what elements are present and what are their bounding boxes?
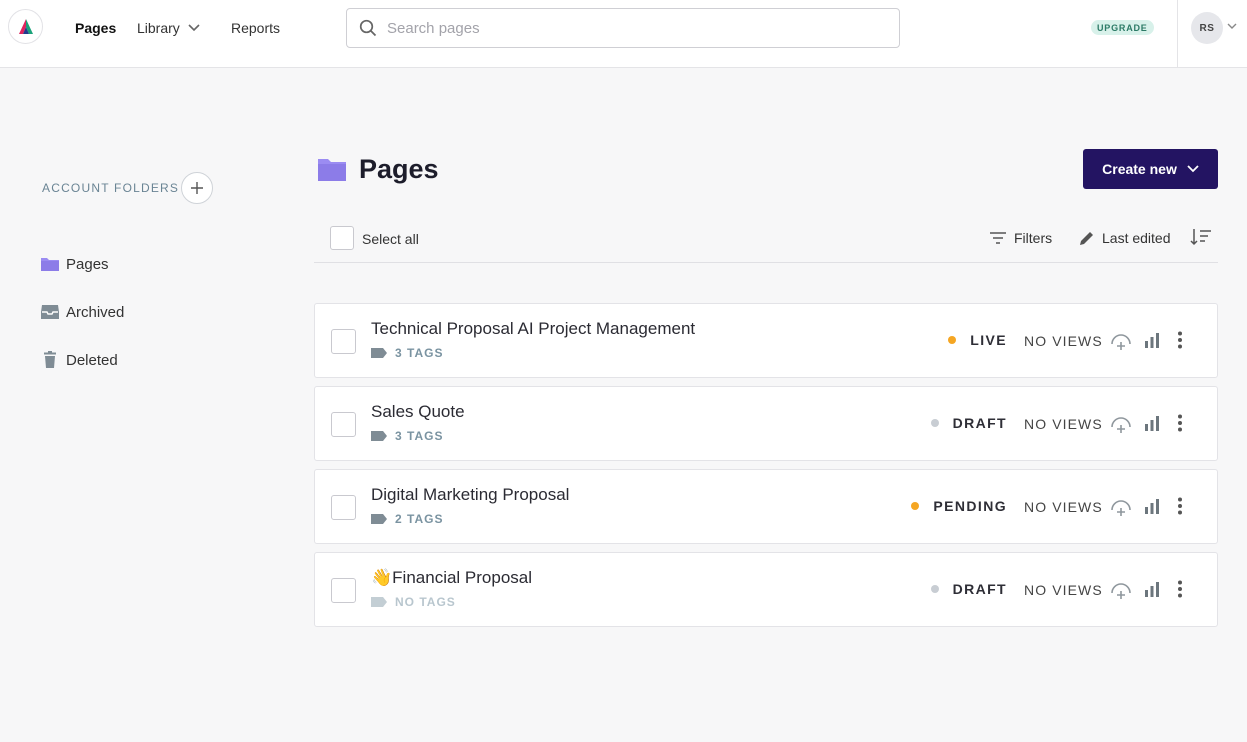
status-dot: [911, 502, 920, 510]
pencil-icon: [1078, 230, 1095, 247]
sidebar-item-label: Deleted: [66, 351, 118, 369]
engagement-gauge-icon[interactable]: [1110, 415, 1132, 433]
sidebar-item-archived[interactable]: Archived: [40, 300, 124, 324]
create-new-label: Create new: [1102, 161, 1177, 177]
page-title: Pages: [359, 154, 439, 184]
select-all-label[interactable]: Select all: [362, 231, 419, 247]
engagement-gauge-icon[interactable]: [1110, 498, 1132, 516]
row-checkbox[interactable]: [331, 495, 356, 520]
status-label: DRAFT: [952, 415, 1007, 431]
app-logo[interactable]: [8, 9, 43, 44]
tag-icon: [371, 597, 387, 607]
tags-button[interactable]: 3 TAGS: [371, 346, 443, 360]
engagement-gauge-icon[interactable]: [1110, 332, 1132, 350]
filters-label: Filters: [1014, 230, 1053, 246]
chevron-down-icon: [1187, 165, 1199, 173]
search-bar[interactable]: [346, 8, 900, 48]
sort-order-icon[interactable]: [1190, 227, 1212, 247]
sidebar-item-pages[interactable]: Pages: [40, 252, 109, 276]
analytics-icon[interactable]: [1144, 415, 1160, 431]
list-item[interactable]: Digital Marketing Proposal 2 TAGS PENDIN…: [314, 469, 1218, 544]
logo-icon: [18, 18, 33, 34]
folder-icon: [318, 157, 346, 181]
more-options-icon[interactable]: [1177, 580, 1183, 598]
engagement-gauge-icon[interactable]: [1110, 581, 1132, 599]
more-options-icon[interactable]: [1177, 331, 1183, 349]
status-badge: LIVE: [948, 332, 1007, 348]
page-title-link[interactable]: Sales Quote: [371, 402, 465, 422]
avatar[interactable]: RS: [1191, 12, 1223, 44]
status-badge: DRAFT: [930, 581, 1007, 597]
status-label: LIVE: [970, 332, 1007, 348]
tags-button[interactable]: NO TAGS: [371, 595, 456, 609]
status-label: PENDING: [933, 498, 1007, 514]
status-badge: PENDING: [911, 498, 1007, 514]
list-item[interactable]: Technical Proposal AI Project Management…: [314, 303, 1218, 378]
analytics-icon[interactable]: [1144, 498, 1160, 514]
views-count: NO VIEWS: [1024, 416, 1103, 432]
views-count: NO VIEWS: [1024, 333, 1103, 349]
analytics-icon[interactable]: [1144, 581, 1160, 597]
tags-label: 2 TAGS: [395, 512, 444, 526]
toolbar-divider: [314, 262, 1218, 263]
plus-icon: [191, 182, 203, 194]
sidebar-item-deleted[interactable]: Deleted: [40, 348, 118, 372]
tags-label: NO TAGS: [395, 595, 456, 609]
row-checkbox[interactable]: [331, 578, 356, 603]
nav-reports[interactable]: Reports: [231, 0, 280, 56]
nav-library-label: Library: [137, 20, 180, 36]
status-dot: [930, 585, 939, 593]
tags-button[interactable]: 2 TAGS: [371, 512, 443, 526]
search-icon: [359, 19, 377, 37]
select-all-checkbox[interactable]: [330, 226, 354, 250]
chevron-down-icon[interactable]: [1227, 23, 1237, 30]
status-label: DRAFT: [952, 581, 1007, 597]
archive-icon: [40, 302, 60, 322]
page-title-link[interactable]: Technical Proposal AI Project Management: [371, 319, 695, 339]
status-badge: DRAFT: [930, 415, 1007, 431]
account-folders-label: ACCOUNT FOLDERS: [42, 181, 180, 195]
sort-by-button[interactable]: Last edited: [1078, 228, 1171, 248]
filters-button[interactable]: Filters: [990, 228, 1052, 248]
analytics-icon[interactable]: [1144, 332, 1160, 348]
tag-icon: [371, 348, 387, 358]
search-input[interactable]: [387, 19, 867, 37]
add-folder-button[interactable]: [181, 172, 213, 204]
views-count: NO VIEWS: [1024, 582, 1103, 598]
tag-icon: [371, 514, 387, 524]
list-item[interactable]: 👋Financial Proposal NO TAGS DRAFT NO VIE…: [314, 552, 1218, 627]
list-item[interactable]: Sales Quote 3 TAGS DRAFT NO VIEWS: [314, 386, 1218, 461]
sidebar-item-label: Archived: [66, 303, 125, 321]
views-count: NO VIEWS: [1024, 499, 1103, 515]
status-dot: [948, 336, 957, 344]
upgrade-badge[interactable]: UPGRADE: [1091, 20, 1154, 35]
nav-pages[interactable]: Pages: [75, 0, 116, 56]
tags-label: 3 TAGS: [395, 429, 444, 443]
row-checkbox[interactable]: [331, 329, 356, 354]
sidebar-item-label: Pages: [66, 255, 109, 273]
create-new-button[interactable]: Create new: [1083, 149, 1218, 189]
tags-button[interactable]: 3 TAGS: [371, 429, 443, 443]
more-options-icon[interactable]: [1177, 497, 1183, 515]
more-options-icon[interactable]: [1177, 414, 1183, 432]
tag-icon: [371, 431, 387, 441]
folder-icon: [40, 254, 60, 274]
trash-icon: [40, 350, 60, 370]
chevron-down-icon: [188, 24, 200, 32]
sort-by-label: Last edited: [1102, 230, 1171, 246]
nav-library[interactable]: Library: [137, 0, 200, 56]
page-title-link[interactable]: 👋Financial Proposal: [371, 568, 532, 588]
row-checkbox[interactable]: [331, 412, 356, 437]
status-dot: [930, 419, 939, 427]
filter-icon: [990, 232, 1006, 244]
header-divider: [1177, 0, 1178, 68]
top-bar: Pages Library Reports UPGRADE RS: [0, 0, 1247, 68]
page-title-link[interactable]: Digital Marketing Proposal: [371, 485, 569, 505]
tags-label: 3 TAGS: [395, 346, 444, 360]
